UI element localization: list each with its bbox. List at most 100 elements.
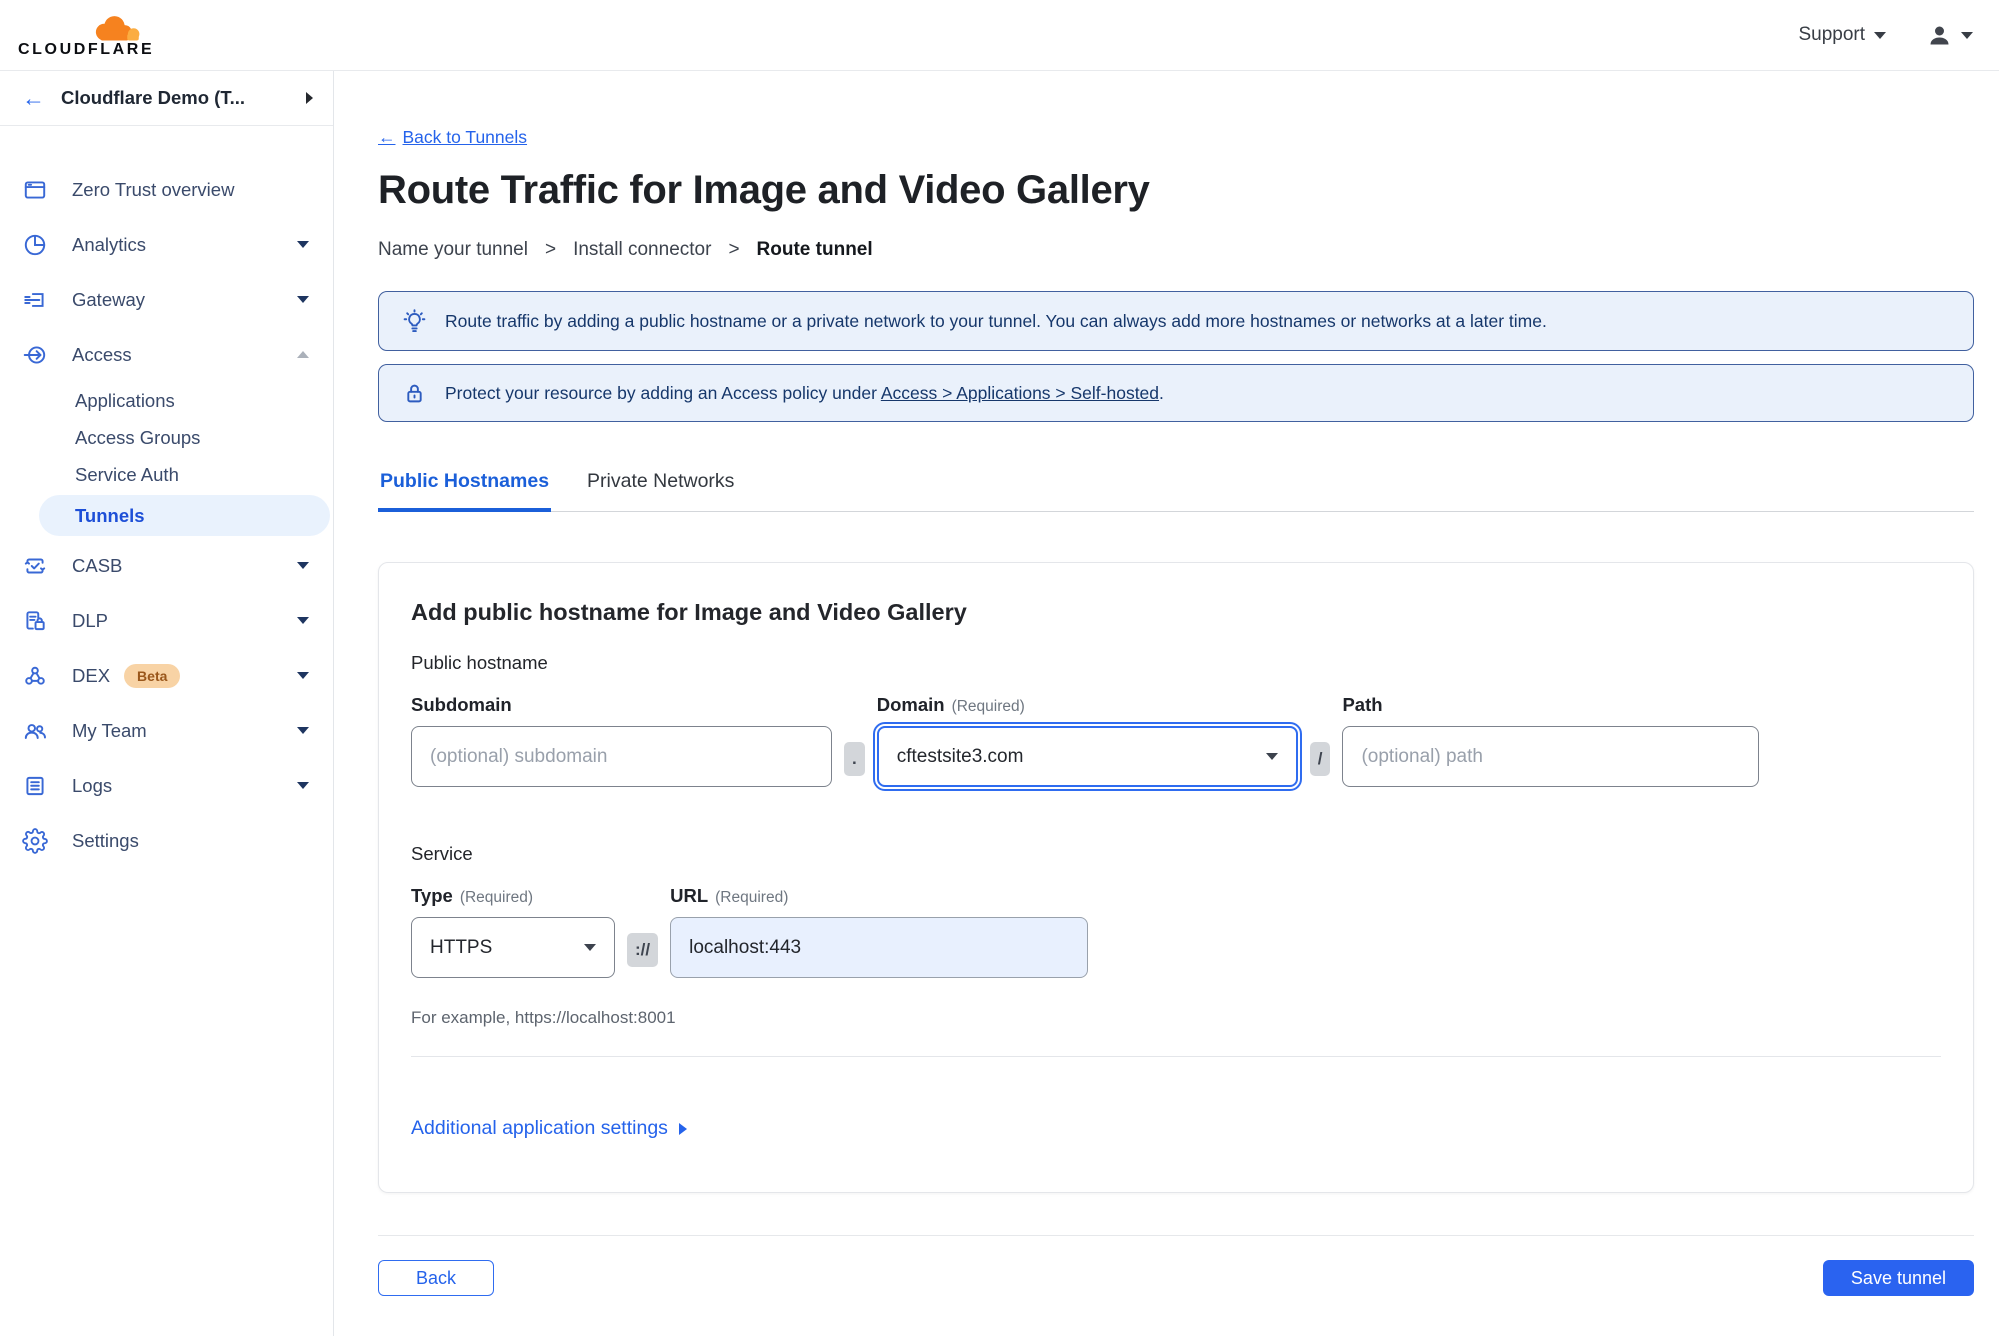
gear-icon [22,827,48,854]
scheme-separator: :// [627,932,659,967]
cloudflare-cloud-icon [95,16,140,41]
account-menu[interactable] [1926,22,1973,49]
url-example-hint: For example, https://localhost:8001 [411,1008,676,1027]
sidebar-item-label: Access [72,343,132,365]
save-tunnel-button[interactable]: Save tunnel [1822,1260,1974,1296]
chevron-right-icon[interactable] [306,92,313,104]
chevron-down-icon [1874,31,1886,39]
sidebar-subitem-label: Tunnels [75,504,145,526]
sidebar-item-service-auth[interactable]: Service Auth [0,456,333,493]
cloudflare-wordmark: CLOUDFLARE [18,41,155,58]
service-type-select[interactable]: HTTPS [411,917,615,978]
sidebar-item-access-groups[interactable]: Access Groups [0,419,333,456]
protect-text-suffix: . [1159,382,1164,403]
sidebar-item-access[interactable]: Access [0,327,333,382]
path-input[interactable] [1342,726,1760,787]
step-install-connector[interactable]: Install connector [573,239,711,261]
dot-separator: . [844,741,865,776]
sidebar-item-my-team[interactable]: My Team [0,703,333,758]
tab-private-networks[interactable]: Private Networks [585,470,736,512]
account-name: Cloudflare Demo (T... [61,87,245,108]
logs-icon [26,776,44,795]
domain-label: Domain (Required) [877,694,1298,716]
service-type-value: HTTPS [430,936,493,958]
document-lock-icon [26,610,45,630]
page-title: Route Traffic for Image and Video Galler… [378,168,1150,212]
chevron-down-icon [1265,753,1278,760]
type-label-text: Type [411,885,453,906]
public-hostname-card: Add public hostname for Image and Video … [378,562,1974,1193]
type-required-hint: (Required) [459,889,534,906]
back-button[interactable]: Back [378,1260,495,1296]
step-route-tunnel: Route tunnel [756,239,873,260]
casb-icon [24,558,46,573]
url-label: URL (Required) [670,885,1088,907]
sidebar-item-label: Settings [72,829,139,851]
sidebar-item-gateway[interactable]: Gateway [0,272,333,327]
breadcrumb: Name your tunnel > Install connector > R… [378,239,1974,261]
back-to-tunnels-link[interactable]: ← Back to Tunnels [378,127,527,148]
sidebar-item-analytics[interactable]: Analytics [0,217,333,272]
sidebar-item-dlp[interactable]: DLP [0,593,333,648]
domain-select[interactable]: cftestsite3.com [872,722,1302,791]
gateway-icon [24,292,44,307]
public-hostname-group-label: Public hostname [411,652,548,673]
access-applications-self-hosted-link[interactable]: Access > Applications > Self-hosted [881,383,1159,403]
sidebar-item-label: DEX [72,664,111,686]
card-heading: Add public hostname for Image and Video … [411,599,967,625]
card-divider [411,1056,1941,1057]
path-label: Path [1342,694,1383,715]
domain-label-text: Domain [876,694,945,715]
dex-network-icon [25,666,45,685]
sidebar-item-label: Gateway [72,288,146,310]
sidebar-item-label: CASB [72,554,123,576]
sidebar-item-dex[interactable]: DEX Beta [0,648,333,703]
tab-public-hostnames[interactable]: Public Hostnames [378,470,552,512]
sidebar-item-label: Zero Trust overview [72,178,235,200]
url-label-text: URL [670,885,709,906]
beta-badge: Beta [124,663,181,688]
main-content: ← Back to Tunnels Route Traffic for Imag… [335,71,1999,1336]
sidebar-item-tunnels[interactable]: Tunnels [39,495,330,536]
step-name-your-tunnel[interactable]: Name your tunnel [378,239,528,261]
type-label: Type (Required) [411,885,615,907]
path-field-group: Path [1342,694,1760,787]
sidebar-item-settings[interactable]: Settings [0,813,333,868]
service-url-input[interactable] [670,917,1089,978]
cloudflare-logo: CLOUDFLARE [18,11,154,59]
service-group-label: Service [411,843,473,864]
sidebar-item-casb[interactable]: CASB [0,538,333,593]
sidebar-item-label: Logs [72,774,113,796]
tab-bar: Public Hostnames Private Networks [378,470,1974,512]
chevron-right-icon [678,1122,687,1135]
footer-actions: Back Save tunnel [378,1260,1974,1296]
sidebar-item-zero-trust-overview[interactable]: Zero Trust overview [0,162,333,217]
chevron-down-icon [297,562,309,569]
chevron-down-icon [297,241,309,248]
chevron-down-icon [584,944,596,951]
protect-banner-text: Protect your resource by adding an Acces… [445,383,1164,404]
protect-text-prefix: Protect your resource by adding an Acces… [445,382,877,403]
sidebar-item-applications[interactable]: Applications [0,382,333,419]
footer-divider [378,1235,1974,1236]
support-menu[interactable]: Support [1798,24,1886,46]
team-icon [24,723,46,739]
additional-settings-link[interactable]: Additional application settings [411,1117,687,1140]
lock-icon [407,384,422,402]
additional-settings-label: Additional application settings [411,1117,668,1139]
sidebar-subitem-label: Service Auth [75,463,179,485]
chevron-down-icon [297,296,309,303]
info-banner: Route traffic by adding a public hostnam… [378,291,1974,351]
top-bar: CLOUDFLARE Support [0,0,1999,71]
domain-required-hint: (Required) [951,698,1025,715]
sidebar-item-logs[interactable]: Logs [0,758,333,813]
type-field-group: Type (Required) HTTPS [411,885,615,978]
chevron-down-icon [297,782,309,789]
lightbulb-icon [403,308,426,332]
chevron-down-icon [1961,31,1973,39]
sidebar-header: ← Cloudflare Demo (T... [0,71,333,126]
back-arrow-icon[interactable]: ← [22,86,45,110]
domain-field-group: Domain (Required) cftestsite3.com [872,694,1302,791]
subdomain-input[interactable] [411,726,832,787]
chevron-down-icon [297,672,309,679]
